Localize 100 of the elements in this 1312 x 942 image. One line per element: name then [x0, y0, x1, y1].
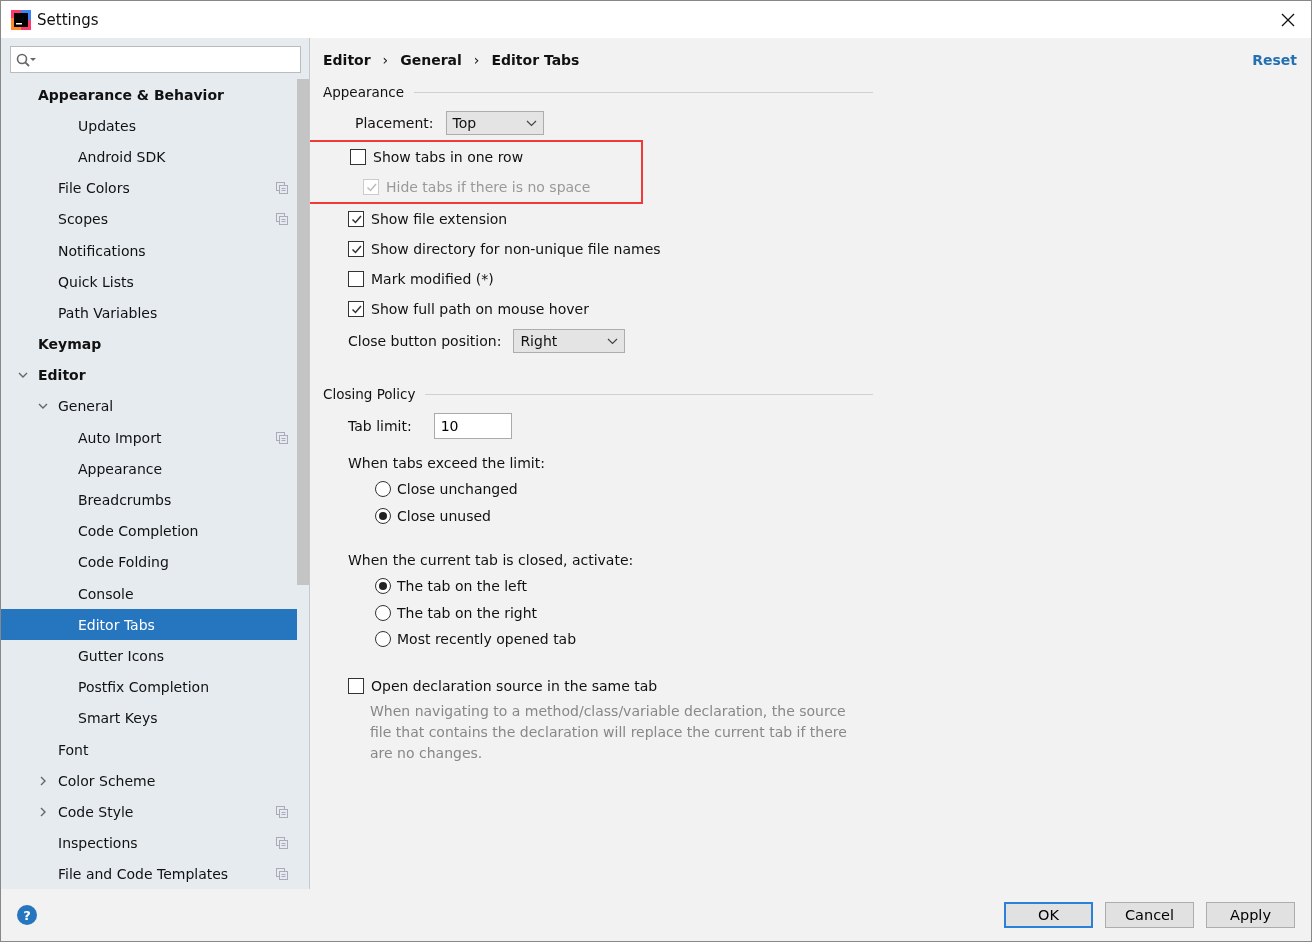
checkbox[interactable]	[348, 211, 364, 227]
description-text: When navigating to a method/class/variable declaration, the source file that contains the declaration will replace the current tab if there are no changes.	[370, 701, 848, 763]
checkbox-label: Mark modified (*)	[371, 271, 494, 287]
tree-item[interactable]: Postfix Completion	[1, 671, 297, 703]
checkbox-label: Show file extension	[371, 211, 508, 227]
tree-item[interactable]: Auto Import	[1, 422, 297, 454]
radio-button[interactable]	[375, 604, 391, 621]
chevron-down-icon	[607, 337, 619, 345]
tree-item[interactable]: Quick Lists	[1, 266, 297, 298]
checkbox-label: Show directory for non-unique file names	[371, 241, 661, 257]
tree-item[interactable]: Keymap	[1, 328, 297, 360]
tree-item[interactable]: Code Completion	[1, 515, 297, 547]
tab-limit-field[interactable]: 10	[433, 413, 512, 439]
radio-button[interactable]	[375, 631, 391, 648]
item-label: Updates	[78, 117, 136, 134]
tree-item[interactable]: Updates	[1, 110, 297, 142]
tree-item[interactable]: File Colors	[1, 172, 297, 204]
radio-button[interactable]	[375, 481, 391, 498]
section-title: Closing Policy	[323, 386, 416, 402]
tree-item[interactable]: Notifications	[1, 234, 297, 267]
item-label: Scopes	[58, 211, 108, 228]
group-label: When the current tab is closed, activate:	[348, 551, 635, 570]
item-label: Keymap	[38, 336, 102, 353]
field-label: Tab limit:	[348, 418, 412, 434]
breadcrumb: General	[400, 52, 462, 68]
tree-item[interactable]: Smart Keys	[1, 702, 297, 734]
radio-button[interactable]	[375, 507, 391, 524]
radio-label: Most recently opened tab	[397, 631, 577, 648]
item-label: General	[58, 398, 114, 415]
dialog-button[interactable]: OK	[1004, 902, 1093, 928]
app-logo-icon	[11, 9, 31, 30]
item-label: Editor Tabs	[78, 616, 155, 633]
checkbox[interactable]	[350, 149, 366, 165]
tree-item[interactable]: Editor Tabs	[1, 609, 297, 641]
tree-item[interactable]: Inspections	[1, 827, 297, 859]
item-label: Inspections	[58, 835, 138, 852]
tree-item[interactable]: General	[1, 390, 297, 423]
separator-glyph: ›	[382, 52, 389, 68]
tree-item[interactable]: Code Folding	[1, 546, 297, 578]
tree-item[interactable]: Gutter Icons	[1, 640, 297, 672]
close-icon[interactable]	[1281, 12, 1295, 27]
item-label: Code Style	[58, 803, 134, 820]
tree-item[interactable]: Code Style	[1, 796, 297, 828]
separator-glyph: ›	[473, 52, 480, 68]
checkbox-label: Show tabs in one row	[373, 149, 524, 165]
checkbox-label: Show full path on mouse hover	[371, 301, 589, 317]
section-title: Appearance	[323, 84, 405, 100]
item-label: Notifications	[58, 242, 146, 259]
tree-item[interactable]: Console	[1, 578, 297, 610]
dropdown[interactable]: Right	[513, 329, 626, 353]
dialog-button[interactable]: Apply	[1206, 902, 1295, 928]
checkbox[interactable]	[348, 271, 364, 287]
checkbox[interactable]	[348, 677, 364, 694]
tree-item[interactable]: Appearance & Behavior	[1, 79, 297, 111]
radio-label: The tab on the left	[397, 578, 527, 595]
chevron-right-icon[interactable]	[38, 806, 48, 817]
item-label: Quick Lists	[58, 273, 134, 290]
item-label: Breadcrumbs	[78, 492, 172, 509]
field-label: Close button position:	[348, 333, 502, 349]
checkbox[interactable]	[348, 301, 364, 317]
tree-item[interactable]: Scopes	[1, 203, 297, 235]
search-field[interactable]	[10, 46, 301, 73]
breadcrumb: Editor Tabs	[491, 52, 580, 68]
item-label: Color Scheme	[58, 772, 156, 789]
item-label: Code Completion	[78, 523, 199, 540]
item-label: Console	[78, 585, 134, 602]
tree-item[interactable]: Appearance	[1, 453, 297, 485]
chevron-down-icon	[525, 119, 537, 127]
group-label: When tabs exceed the limit:	[348, 454, 546, 473]
reset-link[interactable]: Reset	[1252, 52, 1297, 68]
checkbox-label: Open declaration source in the same tab	[371, 677, 658, 694]
tree-item[interactable]: Editor	[1, 359, 297, 391]
item-label: Appearance & Behavior	[38, 86, 224, 103]
chevron-right-icon[interactable]	[38, 775, 48, 786]
dropdown[interactable]: Top	[445, 111, 544, 135]
item-label: Font	[58, 741, 89, 758]
checkbox[interactable]	[348, 241, 364, 257]
tree-item[interactable]: Breadcrumbs	[1, 484, 297, 516]
help-button[interactable]: ?	[17, 905, 37, 925]
search-icon	[16, 52, 38, 67]
item-label: File and Code Templates	[58, 866, 229, 883]
breadcrumb: Editor	[323, 52, 371, 68]
item-label: Android SDK	[78, 148, 166, 165]
radio-button[interactable]	[375, 578, 391, 595]
item-label: Auto Import	[78, 429, 162, 446]
radio-label: Close unused	[397, 507, 491, 524]
radio-label: The tab on the right	[397, 604, 538, 621]
tree-item[interactable]: Android SDK	[1, 141, 297, 173]
scrollbar-thumb[interactable]	[297, 79, 309, 585]
item-label: Smart Keys	[78, 710, 158, 727]
tree-item[interactable]: Path Variables	[1, 297, 297, 329]
tree-item[interactable]: Font	[1, 733, 297, 766]
item-label: Postfix Completion	[78, 679, 210, 696]
item-label: Appearance	[78, 460, 163, 477]
field-label: Placement:	[355, 115, 434, 131]
item-label: Path Variables	[58, 304, 158, 321]
dialog-button[interactable]: Cancel	[1105, 902, 1194, 928]
item-label: Code Folding	[78, 554, 169, 571]
tree-item[interactable]: File and Code Templates	[1, 858, 297, 889]
tree-item[interactable]: Color Scheme	[1, 765, 297, 797]
